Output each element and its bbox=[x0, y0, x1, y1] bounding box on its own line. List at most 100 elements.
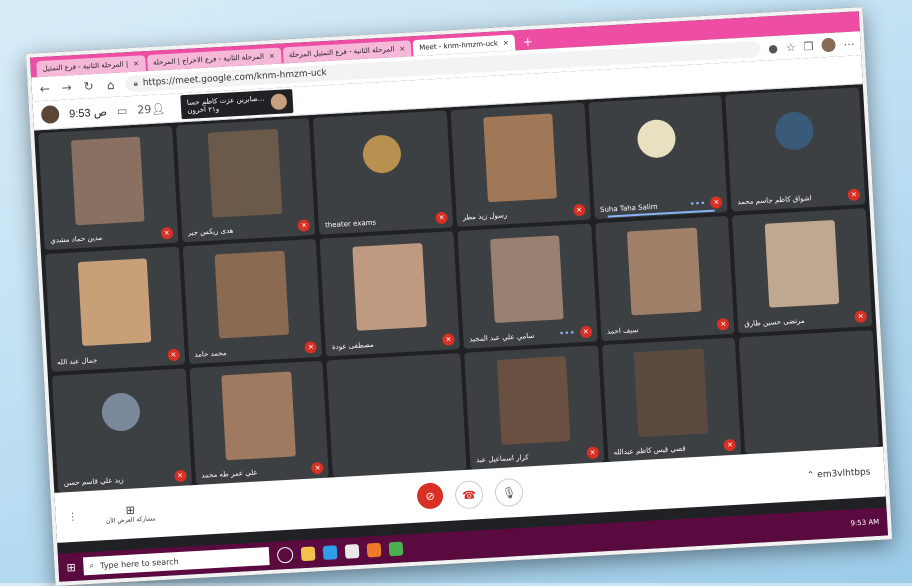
close-tab-icon[interactable]: × bbox=[399, 45, 405, 53]
meeting-code[interactable]: ⌃ em3vlhtbps bbox=[807, 467, 871, 481]
close-tab-icon[interactable]: × bbox=[503, 39, 509, 47]
participant-tile[interactable]: مدين حماد مشدي ✕ bbox=[38, 125, 179, 251]
store-icon[interactable] bbox=[344, 543, 360, 559]
participant-video bbox=[483, 113, 558, 203]
close-tab-icon[interactable]: × bbox=[133, 60, 139, 68]
people-count[interactable]: 29👤︎ bbox=[137, 102, 166, 117]
cortana-icon[interactable] bbox=[276, 546, 294, 564]
mic-muted-icon: ✕ bbox=[304, 340, 318, 354]
profile-avatar[interactable] bbox=[821, 37, 836, 53]
participant-tile[interactable]: اشواق كاظم جاسم محمد ✕ bbox=[725, 87, 866, 212]
system-tray-clock[interactable]: 9:53 AM bbox=[850, 517, 879, 528]
participant-tile[interactable] bbox=[739, 329, 880, 455]
menu-icon[interactable]: ⋯ bbox=[843, 37, 855, 51]
mic-muted-icon: ✕ bbox=[173, 469, 187, 483]
speaking-dots-icon: ••• bbox=[689, 199, 706, 211]
participant-name: محمد حامد bbox=[194, 348, 227, 359]
browser-tab-label: Meet - knm-hmzm-uck bbox=[419, 39, 499, 52]
star-icon[interactable]: ☆ bbox=[785, 40, 796, 54]
participant-video bbox=[764, 219, 839, 308]
browser-tab-label: المرحلة الثانية - فرع التمثيل | bbox=[42, 60, 129, 73]
participant-tile[interactable]: Suha Taha Salim ✕ ••• bbox=[588, 95, 729, 220]
edge-icon[interactable] bbox=[322, 545, 338, 560]
participant-name: هدى ريكس جبر bbox=[187, 226, 234, 238]
taskbar-search[interactable]: ⌕ Type here to search bbox=[83, 547, 270, 576]
close-tab-icon[interactable]: × bbox=[269, 52, 275, 60]
mic-muted-icon: ✕ bbox=[723, 438, 737, 452]
participant-tile[interactable]: مرتضى حسين طارق ✕ bbox=[732, 208, 873, 334]
participant-tile[interactable]: مصطفى عودة ✕ bbox=[319, 231, 460, 357]
participant-tile[interactable]: زيد علي قاسم حسن ✕ bbox=[51, 368, 192, 493]
chrome-icon[interactable] bbox=[388, 541, 404, 557]
participant-avatar bbox=[362, 134, 403, 175]
participant-name: قصي قيس كاظم عبدالله bbox=[613, 444, 686, 457]
firefox-icon[interactable] bbox=[366, 542, 382, 558]
hangup-icon: ☎ bbox=[461, 487, 477, 502]
participant-tile[interactable]: سيف احمد ✕ bbox=[594, 216, 735, 341]
url-text: https://meet.google.com/knm-hmzm-uck bbox=[142, 68, 327, 89]
camera-off-button[interactable]: ⊘ bbox=[416, 482, 444, 510]
self-avatar[interactable] bbox=[40, 105, 60, 125]
participant-tile[interactable]: كرار اسماعيل عبد ✕ bbox=[464, 344, 605, 470]
participant-avatar bbox=[100, 391, 141, 432]
back-icon[interactable]: ← bbox=[37, 81, 52, 97]
present-icon: ⊞ bbox=[125, 503, 136, 517]
camera-off-icon: ⊘ bbox=[425, 489, 436, 503]
participant-tile[interactable]: علي عمر طه محمد ✕ bbox=[189, 360, 330, 485]
participant-tile[interactable]: جمال عبد الله ✕ bbox=[45, 246, 186, 372]
participant-name: مصطفى عودة bbox=[331, 340, 374, 351]
participant-name: مدين حماد مشدي bbox=[50, 234, 103, 246]
file-explorer-icon[interactable] bbox=[300, 546, 316, 562]
home-icon[interactable]: ⌂ bbox=[103, 78, 118, 93]
speaking-dots-icon: ••• bbox=[558, 328, 576, 340]
forward-icon[interactable]: → bbox=[59, 80, 74, 95]
participant-name: مرتضى حسين طارق bbox=[744, 316, 805, 328]
participant-name: سامي علي عبد المجيد bbox=[469, 331, 535, 344]
participant-name: theater exams bbox=[324, 218, 377, 230]
search-icon: ⌕ bbox=[89, 560, 95, 571]
participant-tile[interactable]: هدى ريكس جبر ✕ bbox=[175, 118, 316, 243]
participant-avatar bbox=[774, 111, 815, 152]
participant-tile[interactable] bbox=[326, 352, 467, 478]
microphone-icon: 🎙︎ bbox=[501, 485, 517, 500]
mic-muted-icon: ✕ bbox=[710, 196, 723, 210]
mic-muted-icon: ✕ bbox=[167, 348, 180, 362]
windows-start-icon[interactable]: ⊞ bbox=[66, 560, 76, 573]
participant-tile[interactable]: سامي علي عبد المجيد ✕ ••• bbox=[457, 223, 598, 349]
mic-muted-icon: ✕ bbox=[572, 204, 586, 217]
present-label: مشاركة العرض الآن bbox=[105, 515, 156, 526]
mic-muted-icon: ✕ bbox=[160, 227, 174, 240]
mic-muted-icon: ✕ bbox=[297, 219, 311, 233]
participant-video bbox=[70, 136, 145, 226]
participant-video bbox=[208, 129, 283, 218]
participant-video bbox=[496, 356, 571, 445]
leave-call-button[interactable]: ☎ bbox=[454, 479, 484, 510]
mic-muted-icon: ✕ bbox=[586, 446, 599, 460]
reload-icon[interactable]: ↻ bbox=[81, 79, 96, 94]
collections-icon[interactable]: ❐ bbox=[803, 39, 814, 53]
camera-blocked-icon[interactable]: ● bbox=[768, 41, 778, 55]
participant-tile[interactable]: رسول زيد مطر ✕ bbox=[450, 102, 591, 228]
participant-avatar bbox=[636, 118, 678, 159]
taskbar-search-text: Type here to search bbox=[99, 556, 179, 570]
participant-tile[interactable]: قصي قيس كاظم عبدالله ✕ bbox=[601, 337, 742, 462]
new-tab-button[interactable]: + bbox=[516, 33, 539, 50]
mic-muted-icon: ✕ bbox=[311, 461, 325, 475]
presenter-chip[interactable]: صابرين عزت كاظم حسا... و٢١ آخرون bbox=[180, 89, 294, 120]
lock-icon: 🔒︎ bbox=[133, 78, 139, 88]
microphone-button[interactable]: 🎙︎ bbox=[494, 477, 524, 508]
presenter-avatar bbox=[270, 93, 288, 111]
participant-name: زيد علي قاسم حسن bbox=[63, 476, 124, 488]
mic-muted-icon: ✕ bbox=[442, 332, 455, 346]
participant-video bbox=[489, 235, 565, 324]
chat-icon[interactable]: ▭ bbox=[117, 104, 128, 118]
mic-muted-icon: ✕ bbox=[716, 317, 730, 331]
participant-tile[interactable]: محمد حامد ✕ bbox=[182, 239, 323, 364]
mic-muted-icon: ✕ bbox=[579, 325, 593, 338]
more-options-icon[interactable]: ⋮ bbox=[67, 511, 78, 523]
participant-name: كرار اسماعيل عبد bbox=[475, 453, 529, 465]
participant-tile[interactable]: theater exams ✕ bbox=[313, 110, 454, 236]
present-now-button[interactable]: ⊞ مشاركة العرض الآن bbox=[105, 502, 156, 525]
participant-name: سيف احمد bbox=[606, 325, 639, 336]
participant-video bbox=[627, 227, 702, 316]
